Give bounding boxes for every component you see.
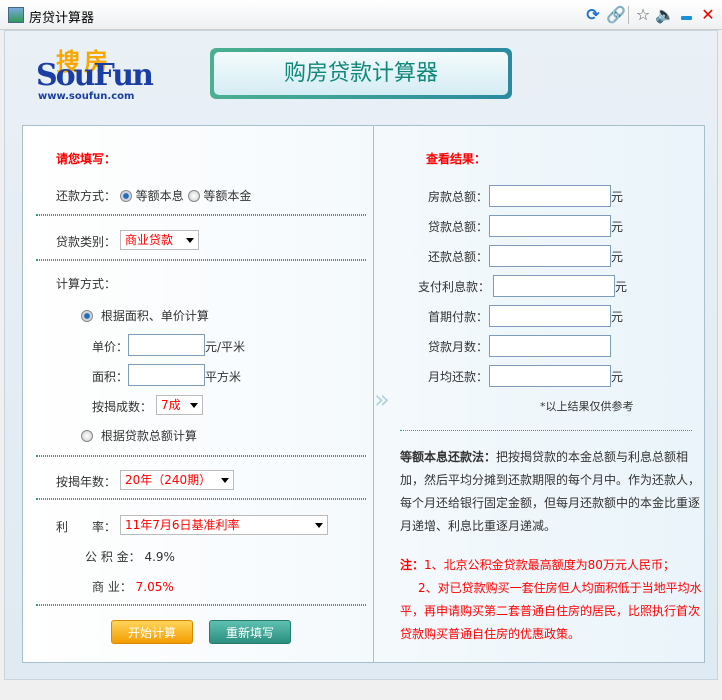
area-input[interactable] [128, 364, 205, 386]
result-label: 房款总额： [427, 190, 488, 204]
rate-label: 利 率： [56, 520, 117, 534]
repay-opt1-label[interactable]: 等额本息 [136, 189, 184, 203]
fund-rate: 4.9% [144, 550, 175, 564]
calc-opt1-label[interactable]: 根据面积、单价计算 [101, 309, 209, 323]
fund-label: 公 积 金： [85, 550, 141, 564]
result-field[interactable] [489, 365, 611, 387]
chevron-down-icon [221, 478, 229, 483]
app-icon [8, 7, 24, 23]
years-select[interactable]: 20年（240期） [120, 470, 234, 490]
chevron-down-icon [190, 403, 198, 408]
separator [628, 6, 629, 24]
result-field[interactable] [493, 275, 615, 297]
area-unit: 平方米 [205, 370, 242, 384]
result-unit: 元 [611, 250, 624, 264]
reset-button[interactable]: 重新填写 [209, 620, 291, 644]
dotted-divider [36, 604, 366, 606]
status-strip [0, 680, 722, 700]
start-calc-button[interactable]: 开始计算 [111, 620, 193, 644]
price-label: 单价： [92, 340, 129, 354]
banner-title: 购房贷款计算器 [214, 52, 508, 95]
note1: 注：1、北京公积金贷款最高额度为80万元人民币； [400, 554, 706, 577]
calc-opt1-row: 根据面积、单价计算 [81, 307, 209, 324]
years-value: 20年（240期） [125, 473, 212, 487]
logo-url: www.soufun.com [38, 91, 135, 102]
desc-title: 等额本息还款法： [400, 450, 497, 464]
repay-method-row: 还款方式： 等额本息 等额本金 [56, 187, 251, 204]
radio-calc-by-total[interactable] [81, 430, 93, 442]
repay-label: 还款方式： [56, 189, 117, 203]
result-label: 首期付款： [427, 310, 488, 324]
banner: 购房贷款计算器 [210, 48, 512, 99]
rate-value: 11年7月6日基准利率 [125, 518, 240, 532]
ratio-label: 按揭成数： [92, 400, 153, 414]
result-label: 还款总额： [427, 250, 488, 264]
results-heading: 查看结果： [426, 152, 487, 166]
results-note: *以上结果仅供参考 [540, 400, 634, 413]
dotted-divider [400, 430, 692, 431]
note1-text: 1、北京公积金贷款最高额度为80万元人民币； [424, 558, 675, 572]
window-title: 房贷计算器 [29, 11, 95, 26]
ratio-select[interactable]: 7成 [156, 395, 203, 415]
rate-select[interactable]: 11年7月6日基准利率 [120, 515, 328, 535]
arrow-icon: » [374, 385, 390, 415]
result-label: 支付利息款： [417, 280, 490, 294]
repay-opt2-label[interactable]: 等额本金 [203, 189, 251, 203]
result-unit: 元 [611, 370, 624, 384]
biz-rate-row: 商 业： 7.05% [92, 578, 174, 595]
result-field[interactable] [489, 185, 611, 207]
title-bar: 房贷计算器 ⟳ 🔗 ☆ 🔈 ✕ [0, 0, 722, 30]
close-icon[interactable]: ✕ [698, 5, 718, 24]
result-label: 贷款月数： [427, 340, 488, 354]
price-unit: 元/平米 [205, 340, 246, 354]
radio-equal-principal[interactable] [187, 190, 200, 202]
dotted-divider [36, 455, 366, 457]
mute-icon[interactable]: 🔈 [655, 5, 675, 24]
link-icon[interactable]: 🔗 [606, 5, 626, 24]
price-input[interactable] [128, 334, 205, 356]
soufun-logo[interactable]: 搜房 SouFun www.soufun.com [36, 44, 154, 104]
biz-label: 商 业： [92, 580, 132, 594]
result-unit: 元 [615, 280, 628, 294]
result-unit: 元 [611, 190, 624, 204]
result-field[interactable] [489, 305, 611, 327]
chevron-down-icon [315, 523, 323, 528]
result-unit: 元 [611, 220, 624, 234]
dotted-divider [36, 214, 366, 216]
biz-rate: 7.05% [135, 580, 174, 594]
radio-equal-installment[interactable] [119, 190, 132, 202]
years-label: 按揭年数： [56, 475, 117, 489]
result-label: 贷款总额： [427, 220, 488, 234]
form-heading: 请您填写： [56, 152, 117, 166]
result-unit: 元 [611, 310, 624, 324]
description: 等额本息还款法：把按揭贷款的本金总额与利息总额相加，然后平均分摊到还款期限的每个… [400, 446, 706, 538]
calc-opt2-row: 根据贷款总额计算 [81, 427, 197, 444]
refresh-icon[interactable]: ⟳ [583, 5, 603, 24]
logo-en: SouFun [36, 58, 154, 93]
dotted-divider [36, 259, 366, 261]
calc-opt2-label[interactable]: 根据贷款总额计算 [101, 429, 197, 443]
loan-type-label: 贷款类别： [56, 235, 117, 249]
area-label: 面积： [92, 370, 129, 384]
chevron-down-icon [186, 238, 194, 243]
note-title: 注： [400, 558, 425, 572]
result-field[interactable] [489, 215, 611, 237]
result-field[interactable] [489, 335, 611, 357]
loan-type-select[interactable]: 商业贷款 [120, 230, 199, 250]
note2-text: 2、对已贷款购买一套住房但人均面积低于当地平均水平，再申请购买第二套普通自住房的… [400, 581, 702, 641]
notes: 注：1、北京公积金贷款最高额度为80万元人民币； 2、对已贷款购买一套住房但人均… [400, 554, 706, 646]
loan-type-value: 商业贷款 [125, 233, 174, 247]
star-icon[interactable]: ☆ [633, 5, 653, 24]
fund-rate-row: 公 积 金： 4.9% [85, 548, 175, 565]
result-field[interactable] [489, 245, 611, 267]
radio-calc-by-area[interactable] [81, 310, 93, 322]
dotted-divider [36, 498, 366, 500]
minimize-icon[interactable] [681, 16, 692, 20]
ratio-value: 7成 [161, 398, 181, 412]
calc-method-label: 计算方式： [56, 277, 117, 291]
result-label: 月均还款： [427, 370, 488, 384]
